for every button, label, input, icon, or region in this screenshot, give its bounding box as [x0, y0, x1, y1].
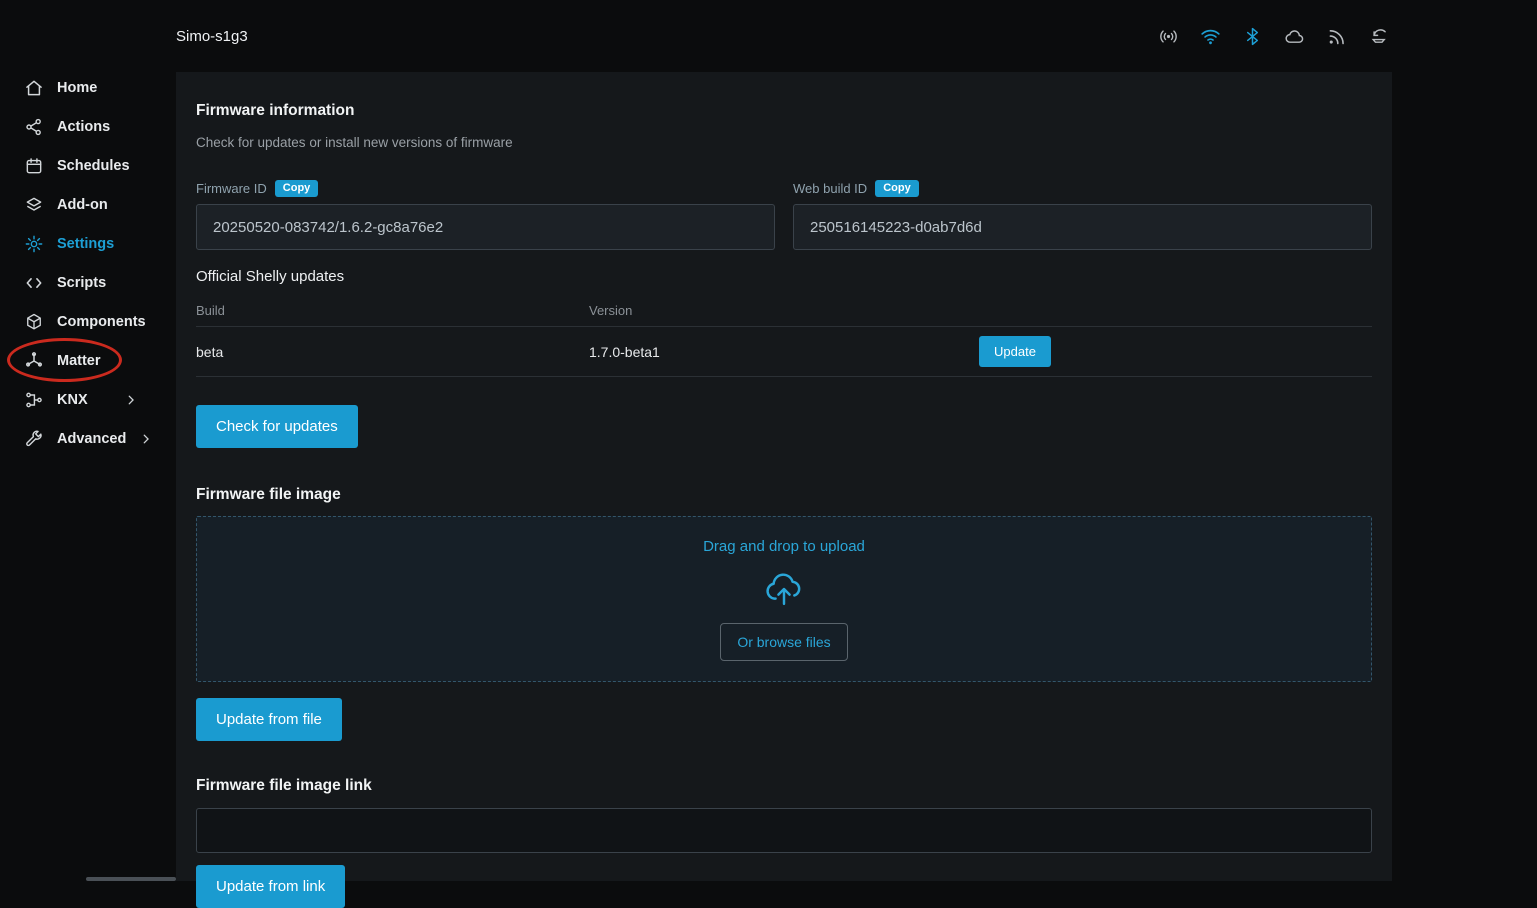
bluetooth-icon[interactable] [1241, 25, 1263, 47]
matter-icon [24, 351, 44, 371]
sidebar-label: Settings [57, 236, 114, 252]
web-build-id-input[interactable] [793, 204, 1372, 250]
update-from-file-button[interactable]: Update from file [196, 698, 342, 741]
topbar: Simo-s1g3 [176, 0, 1537, 72]
firmware-settings-panel: Firmware information Check for updates o… [176, 72, 1392, 881]
device-name: Simo-s1g3 [176, 28, 248, 45]
sidebar-item-advanced[interactable]: Advanced [0, 419, 176, 458]
access-point-icon[interactable] [1157, 25, 1179, 47]
schedules-icon [24, 156, 44, 176]
sidebar-label: Scripts [57, 275, 106, 291]
sidebar-label: Home [57, 80, 97, 96]
version-cell: 1.7.0-beta1 [589, 344, 979, 360]
web-build-id-field: Web build ID Copy [793, 180, 1372, 250]
advanced-wrench-icon [24, 429, 44, 449]
sidebar-item-addon[interactable]: Add-on [0, 185, 176, 224]
firmware-info-title: Firmware information [196, 102, 1372, 120]
firmware-id-label: Firmware ID [196, 181, 267, 196]
home-icon [24, 78, 44, 98]
build-cell: beta [196, 344, 589, 360]
status-icons [1157, 25, 1389, 47]
scripts-icon [24, 273, 44, 293]
sidebar-label: Add-on [57, 197, 108, 213]
sidebar-item-components[interactable]: Components [0, 302, 176, 341]
debug-icon[interactable] [1367, 25, 1389, 47]
firmware-link-title: Firmware file image link [196, 777, 1372, 795]
table-header-row: Build Version [196, 295, 1372, 327]
chevron-right-icon [124, 393, 138, 407]
sidebar-item-schedules[interactable]: Schedules [0, 146, 176, 185]
knx-icon [24, 390, 44, 410]
web-build-id-label: Web build ID [793, 181, 867, 196]
official-updates-table: Build Version beta 1.7.0-beta1 Update [196, 295, 1372, 377]
sidebar-horizontal-scrollbar[interactable] [86, 877, 176, 881]
column-header-build: Build [196, 303, 589, 318]
addon-icon [24, 195, 44, 215]
firmware-info-subtitle: Check for updates or install new version… [196, 135, 1372, 150]
components-icon [24, 312, 44, 332]
update-from-link-button[interactable]: Update from link [196, 865, 345, 908]
cloud-icon[interactable] [1283, 25, 1305, 47]
firmware-link-input[interactable] [196, 808, 1372, 853]
column-header-version: Version [589, 303, 979, 318]
upload-cloud-icon [760, 568, 808, 610]
sidebar-label: Advanced [57, 431, 126, 447]
firmware-dropzone[interactable]: Drag and drop to upload Or browse files [196, 516, 1372, 682]
sidebar-item-settings[interactable]: Settings [0, 224, 176, 263]
sidebar-label: KNX [57, 392, 88, 408]
check-for-updates-button[interactable]: Check for updates [196, 405, 358, 448]
sidebar-item-matter[interactable]: Matter [0, 341, 176, 380]
firmware-id-fields: Firmware ID Copy Web build ID Copy [196, 180, 1372, 250]
mqtt-icon[interactable] [1325, 25, 1347, 47]
firmware-file-title: Firmware file image [196, 486, 1372, 504]
sidebar-label: Actions [57, 119, 110, 135]
browse-files-button[interactable]: Or browse files [720, 623, 847, 661]
table-row: beta 1.7.0-beta1 Update [196, 327, 1372, 377]
sidebar-label: Schedules [57, 158, 130, 174]
chevron-right-icon [139, 432, 153, 446]
settings-gear-icon [24, 234, 44, 254]
sidebar-item-actions[interactable]: Actions [0, 107, 176, 146]
web-build-id-copy-button[interactable]: Copy [875, 180, 919, 197]
official-updates-title: Official Shelly updates [196, 268, 1372, 285]
firmware-id-field: Firmware ID Copy [196, 180, 775, 250]
wifi-icon[interactable] [1199, 25, 1221, 47]
sidebar-label: Components [57, 314, 146, 330]
actions-icon [24, 117, 44, 137]
sidebar-item-knx[interactable]: KNX [0, 380, 176, 419]
firmware-id-input[interactable] [196, 204, 775, 250]
sidebar-label: Matter [57, 353, 101, 369]
sidebar-item-home[interactable]: Home [0, 68, 176, 107]
dropzone-text: Drag and drop to upload [703, 538, 865, 555]
sidebar-item-scripts[interactable]: Scripts [0, 263, 176, 302]
update-beta-button[interactable]: Update [979, 336, 1051, 367]
sidebar: Home Actions Schedules Add-on Settings S… [0, 68, 176, 458]
firmware-id-copy-button[interactable]: Copy [275, 180, 319, 197]
